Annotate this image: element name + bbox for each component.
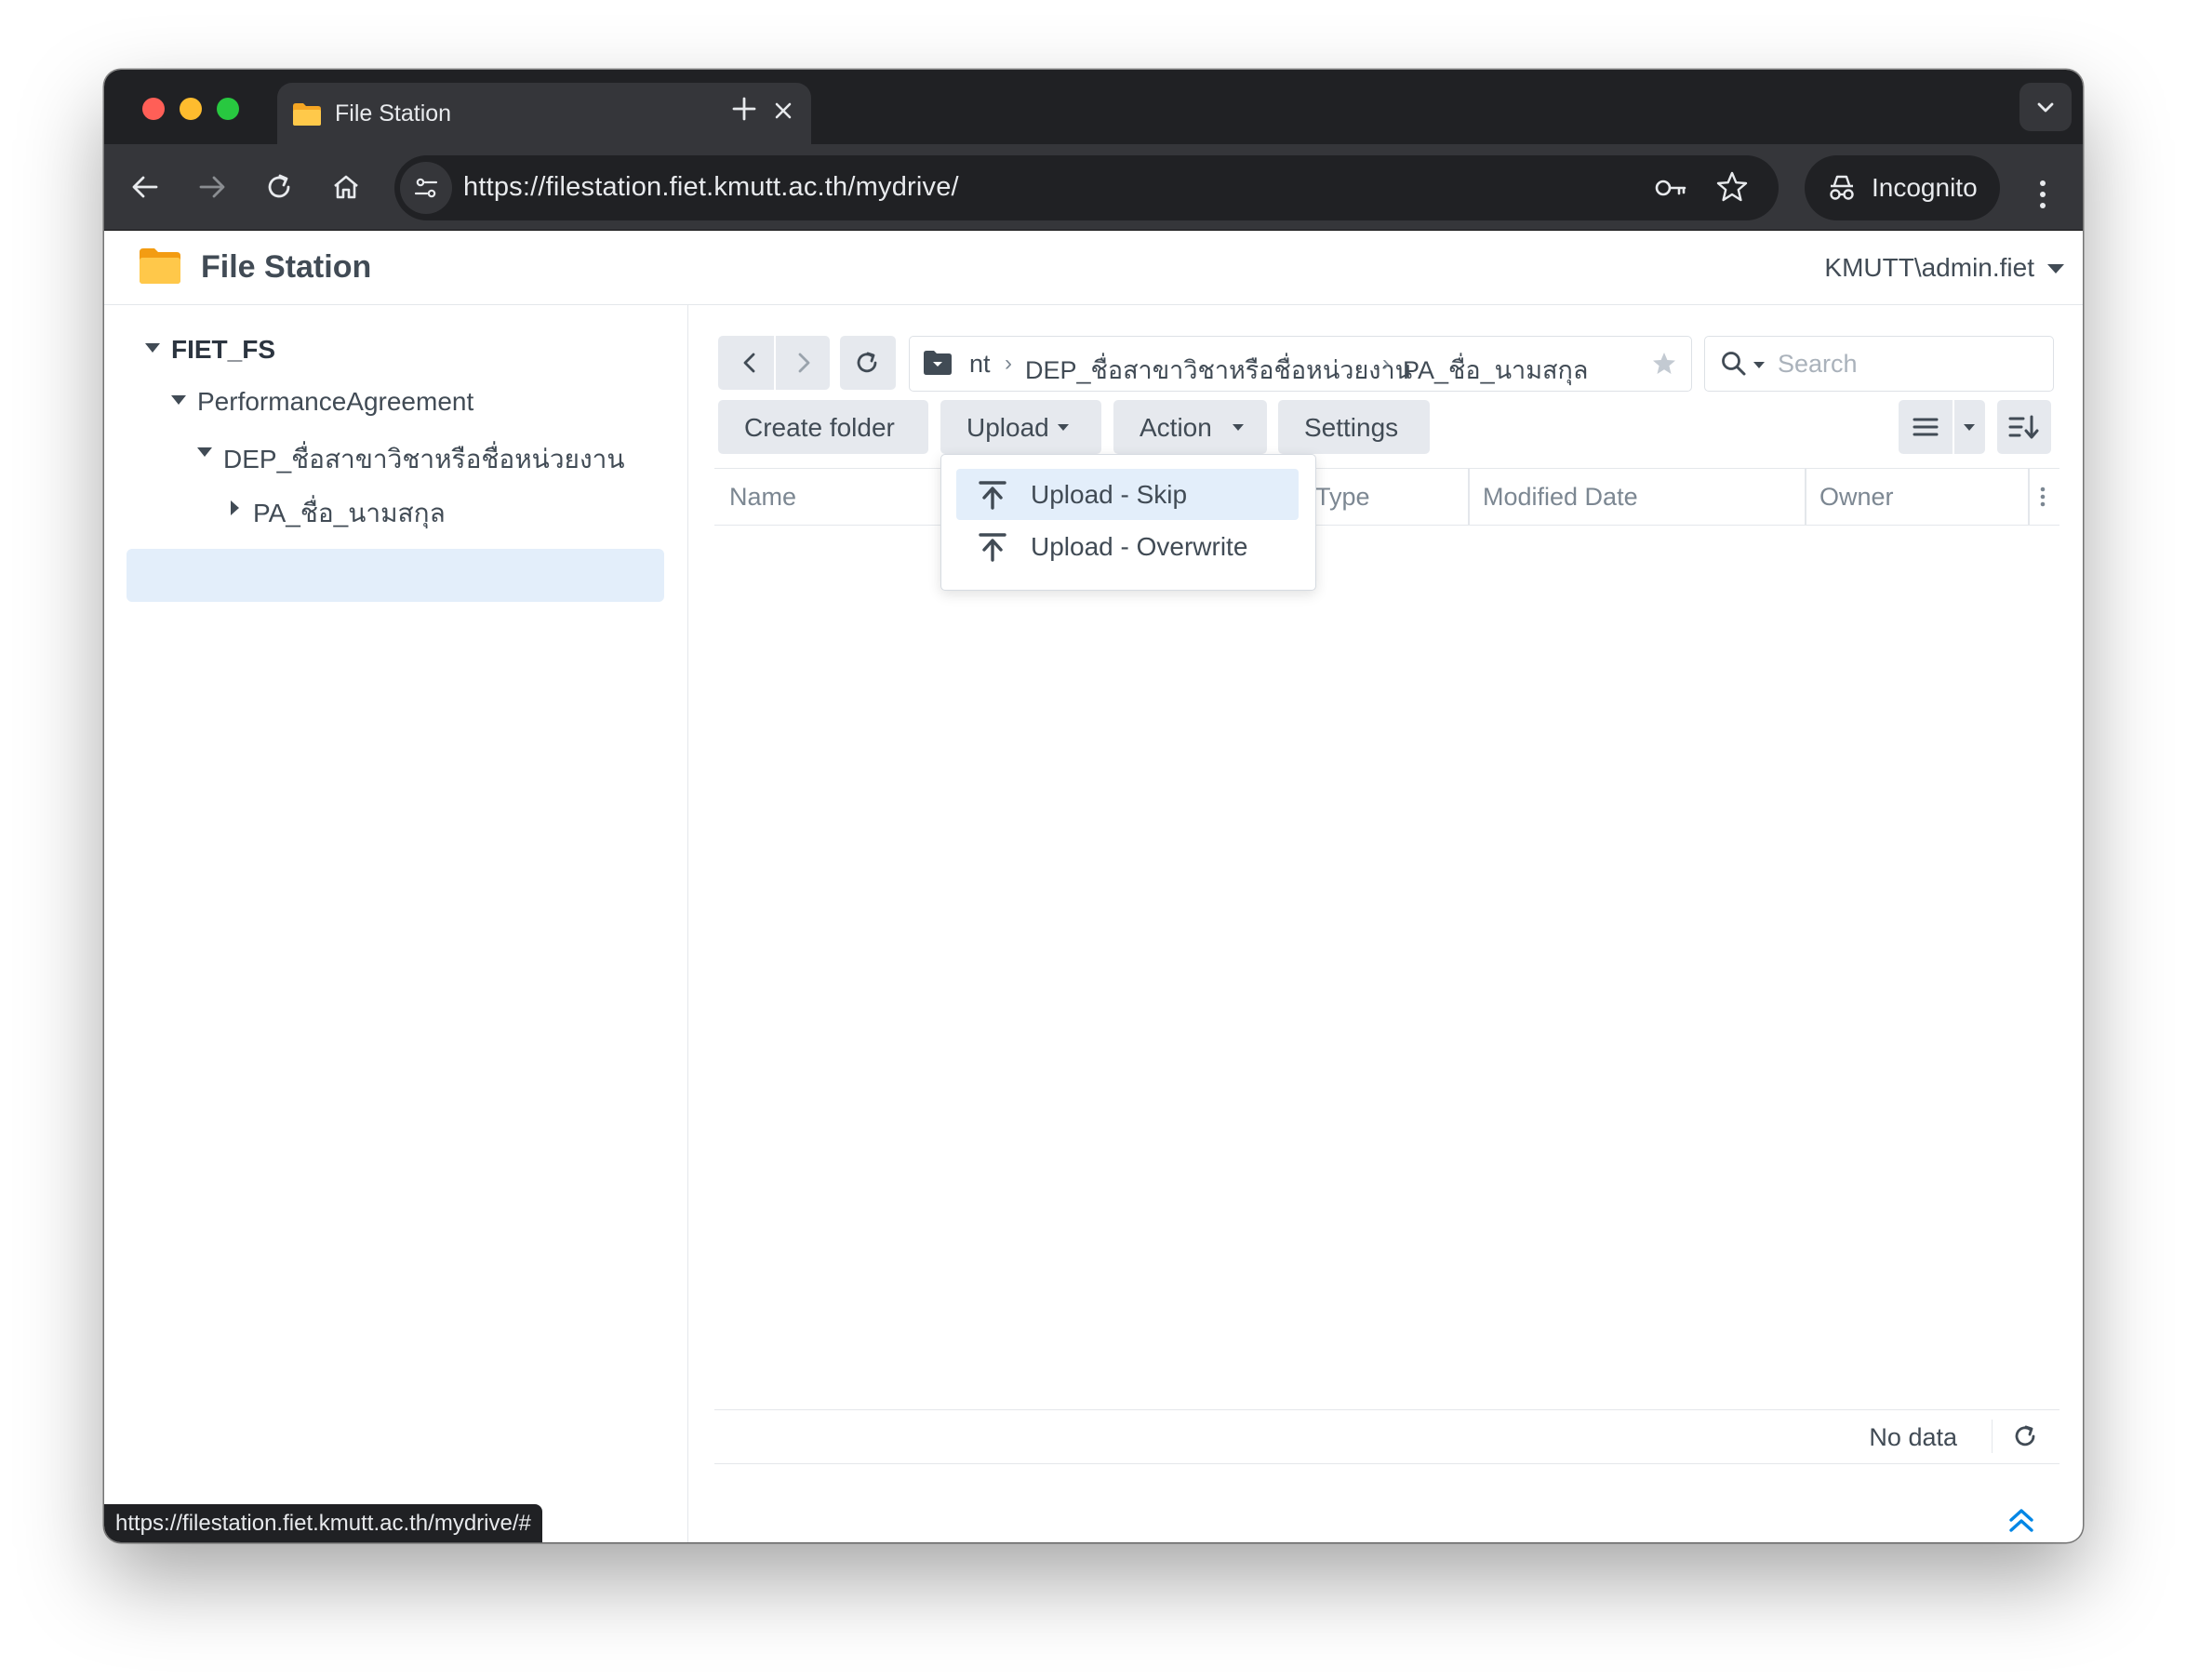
upload-menu: Upload - Skip Upload - Overwrite xyxy=(940,454,1316,591)
close-tab-icon[interactable] xyxy=(770,98,796,124)
reload-list-icon[interactable] xyxy=(2011,1422,2039,1450)
file-list-footer: No data xyxy=(714,1409,2059,1464)
settings-button[interactable]: Settings xyxy=(1278,400,1430,454)
site-info-button[interactable] xyxy=(400,162,452,214)
search-input[interactable]: Search xyxy=(1778,350,1858,379)
refresh-icon xyxy=(857,352,877,373)
folder-favicon-icon xyxy=(293,103,321,126)
create-folder-button[interactable]: Create folder xyxy=(718,400,928,454)
column-divider[interactable] xyxy=(1468,469,1470,525)
column-owner[interactable]: Owner xyxy=(1819,483,1894,512)
minimize-window-button[interactable] xyxy=(180,98,202,120)
expand-caret-icon[interactable] xyxy=(171,395,186,405)
column-type[interactable]: Type xyxy=(1315,483,1370,512)
password-key-icon[interactable] xyxy=(1652,169,1689,207)
path-breadcrumb[interactable]: nt › DEP_ชื่อสาขาวิชาหรือชื่อหน่วยงาน › … xyxy=(909,336,1692,392)
sort-button[interactable] xyxy=(1997,400,2051,454)
incognito-profile-button[interactable]: Incognito xyxy=(1805,155,2000,220)
nav-divider xyxy=(774,336,776,390)
file-list-header: Name Type Modified Date Owner xyxy=(714,468,2059,526)
forward-icon[interactable] xyxy=(791,350,817,376)
new-tab-icon[interactable] xyxy=(727,92,761,126)
browser-menu-icon[interactable] xyxy=(2030,176,2056,213)
upload-label: Upload xyxy=(966,413,1049,442)
tree-item-label: PA_ชื่อ_นามสกุล xyxy=(253,499,446,527)
app-title: File Station xyxy=(201,249,372,285)
tab-title: File Station xyxy=(335,100,452,127)
breadcrumb-separator-icon: › xyxy=(1005,351,1012,376)
create-folder-label: Create folder xyxy=(744,413,895,442)
tree-item-label: DEP_ชื่อสาขาวิชาหรือชื่อหน่วยงาน xyxy=(223,445,625,473)
empty-status: No data xyxy=(1869,1423,1957,1451)
upload-icon xyxy=(979,533,1006,562)
address-bar[interactable]: https://filestation.fiet.kmutt.ac.th/myd… xyxy=(394,155,1779,220)
upload-button[interactable]: Upload xyxy=(940,400,1101,454)
upload-caret-icon xyxy=(1058,424,1069,431)
sort-icon xyxy=(2008,415,2039,439)
tree-item-department[interactable]: DEP_ชื่อสาขาวิชาหรือชื่อหน่วยงาน xyxy=(193,428,659,480)
upload-overwrite-menu-item[interactable]: Upload - Overwrite xyxy=(956,521,1299,572)
upload-icon xyxy=(979,481,1006,510)
column-divider[interactable] xyxy=(1805,469,1806,525)
tab-strip: File Station xyxy=(104,70,2083,144)
tree-selection-highlight xyxy=(127,549,664,602)
file-station-logo-icon xyxy=(140,248,180,284)
list-view-icon xyxy=(1913,418,1939,436)
collapsed-caret-icon[interactable] xyxy=(231,500,239,515)
column-options-icon[interactable] xyxy=(2033,484,2052,510)
forward-arrow-icon[interactable] xyxy=(193,168,231,206)
breadcrumb-segment[interactable]: PA_ชื่อ_นามสกุล xyxy=(1403,350,1588,390)
upload-skip-label: Upload - Skip xyxy=(1031,480,1188,509)
tree-item-label: PerformanceAgreement xyxy=(197,387,474,416)
tree-item-pa-folder[interactable]: PA_ชื่อ_นามสกุล xyxy=(225,482,653,534)
view-mode-divider xyxy=(1953,400,1954,454)
tree-item-performance-agreement[interactable]: PerformanceAgreement xyxy=(167,376,660,428)
bookmark-star-icon[interactable] xyxy=(1713,168,1751,206)
maximize-window-button[interactable] xyxy=(217,98,239,120)
folder-dropdown-icon[interactable] xyxy=(923,350,953,376)
action-button[interactable]: Action xyxy=(1113,400,1267,454)
chevron-down-icon xyxy=(2037,102,2054,113)
action-label: Action xyxy=(1140,413,1212,442)
scroll-to-top-icon[interactable] xyxy=(2004,1502,2039,1538)
back-icon[interactable] xyxy=(737,350,763,376)
tree-item-root[interactable]: FIET_FS xyxy=(141,324,662,376)
close-window-button[interactable] xyxy=(142,98,165,120)
favorite-star-icon[interactable] xyxy=(1650,350,1678,378)
back-arrow-icon[interactable] xyxy=(127,168,164,206)
link-status-bubble: https://filestation.fiet.kmutt.ac.th/myd… xyxy=(104,1504,542,1542)
reload-icon[interactable] xyxy=(260,168,298,206)
app-header: File Station KMUTT\admin.fiet xyxy=(104,231,2083,305)
browser-window: File Station https://filestation.fiet.km… xyxy=(104,70,2083,1542)
view-mode-caret-icon[interactable] xyxy=(1964,424,1975,431)
upload-skip-menu-item[interactable]: Upload - Skip xyxy=(956,469,1299,520)
column-name[interactable]: Name xyxy=(729,483,796,512)
user-menu[interactable]: KMUTT\admin.fiet xyxy=(1824,253,2034,283)
expand-caret-icon[interactable] xyxy=(197,447,212,457)
column-divider[interactable] xyxy=(2028,469,2030,525)
incognito-icon xyxy=(1830,175,1854,200)
search-options-caret-icon[interactable] xyxy=(1753,362,1765,368)
url-text[interactable]: https://filestation.fiet.kmutt.ac.th/myd… xyxy=(463,172,959,203)
tree-item-label: FIET_FS xyxy=(171,335,276,364)
breadcrumb-segment[interactable]: nt xyxy=(969,350,991,379)
breadcrumb-separator-icon: › xyxy=(1382,351,1390,376)
search-box[interactable]: Search xyxy=(1704,336,2054,392)
view-mode-button[interactable] xyxy=(1899,400,1985,454)
tab-search-button[interactable] xyxy=(2019,83,2072,131)
home-icon[interactable] xyxy=(327,168,365,206)
search-icon[interactable] xyxy=(1720,350,1748,378)
column-modified-date[interactable]: Modified Date xyxy=(1483,483,1638,512)
breadcrumb-segment[interactable]: DEP_ชื่อสาขาวิชาหรือชื่อหน่วยงาน xyxy=(1025,350,1412,390)
folder-tree: FIET_FS PerformanceAgreement DEP_ชื่อสาข… xyxy=(104,305,688,1542)
tune-icon xyxy=(414,178,438,198)
refresh-button[interactable] xyxy=(840,336,896,390)
user-menu-caret-icon[interactable] xyxy=(2047,264,2064,273)
action-caret-icon xyxy=(1233,424,1244,431)
settings-label: Settings xyxy=(1304,413,1399,442)
incognito-label: Incognito xyxy=(1872,173,1978,202)
footer-divider xyxy=(1991,1420,1993,1453)
expand-caret-icon[interactable] xyxy=(145,343,160,353)
upload-overwrite-label: Upload - Overwrite xyxy=(1031,532,1248,561)
